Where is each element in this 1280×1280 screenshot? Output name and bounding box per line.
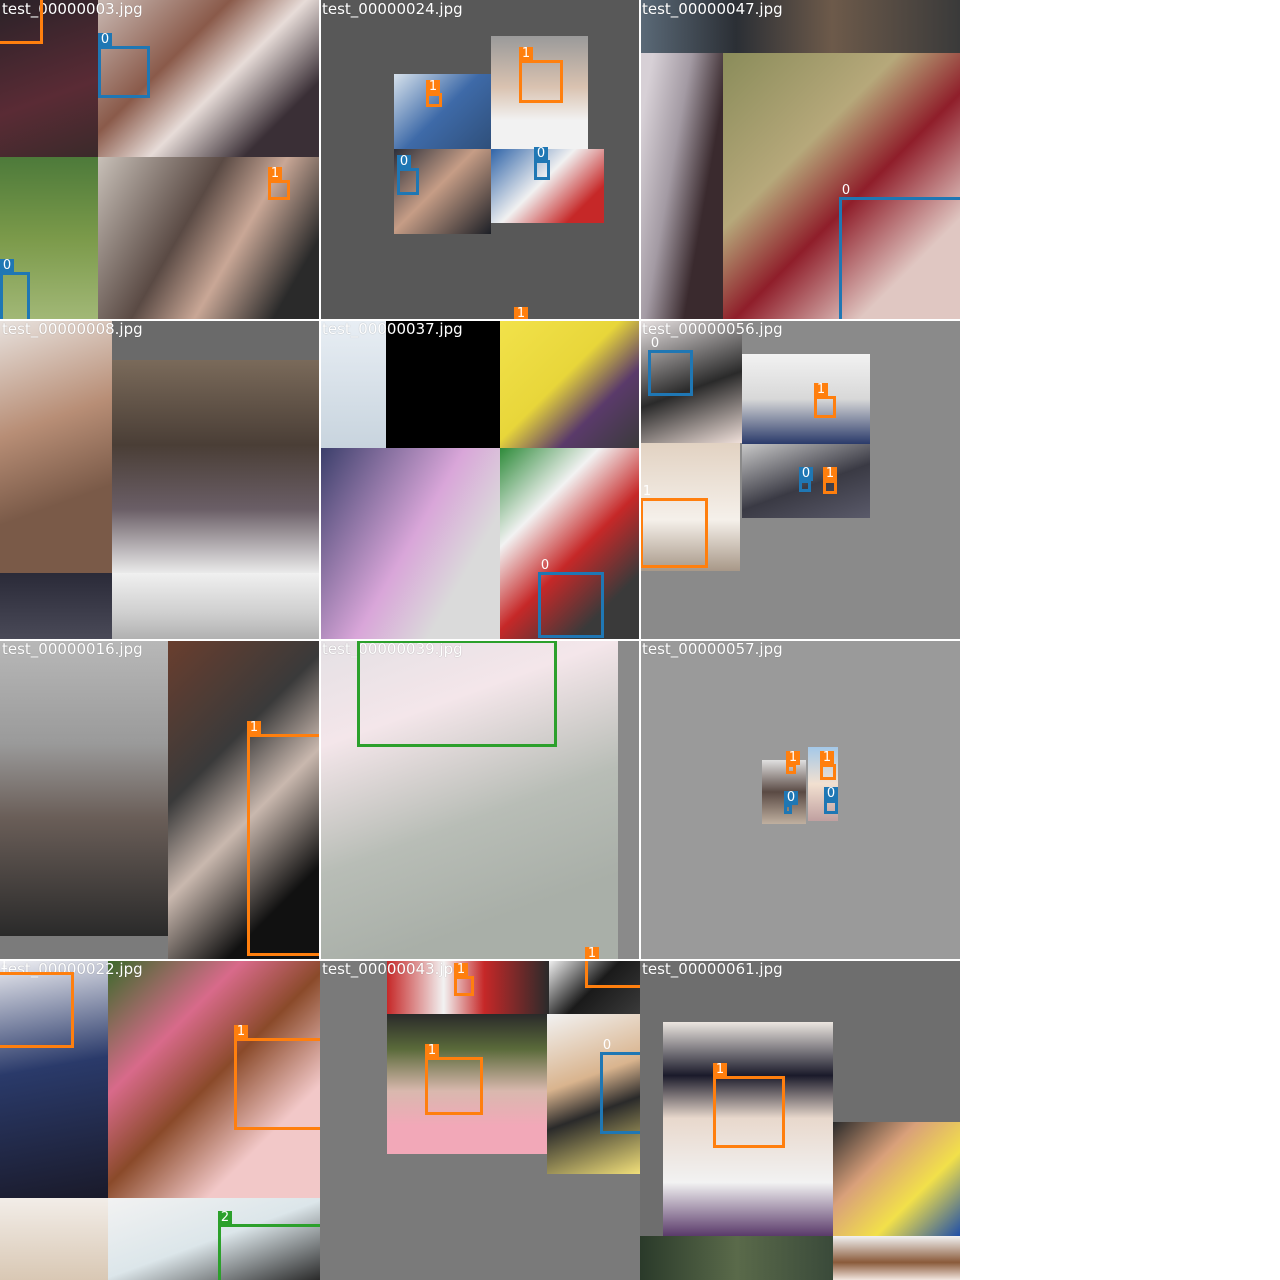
class-label: 1: [268, 167, 282, 181]
class-label: 0: [650, 336, 660, 351]
mosaic-tile: test_00000003.jpg 1 0 1 0: [0, 0, 320, 320]
detection-box: 1: [247, 721, 320, 956]
detection-box: 1: [713, 1063, 785, 1148]
detection-box: 0: [397, 155, 419, 195]
class-label: 0: [841, 183, 851, 198]
class-label: 1: [814, 383, 828, 397]
detection-box: 1: [0, 0, 43, 44]
class-label: 1: [234, 1025, 248, 1039]
photo-dark-bottom: [0, 573, 112, 640]
class-label: 0: [98, 33, 112, 47]
class-label: 1: [713, 1063, 727, 1077]
detection-box: 1: [820, 751, 836, 780]
detection-box: 1: [823, 467, 837, 494]
class-label: 1: [454, 963, 468, 977]
detection-box: 0: [600, 1039, 640, 1134]
class-label: 0: [540, 558, 550, 573]
detection-box: 0: [538, 559, 604, 638]
class-label: 1: [823, 467, 837, 481]
tile-title: test_00000008.jpg: [2, 320, 143, 338]
class-label: 1: [426, 80, 440, 94]
class-label: 1: [820, 751, 834, 765]
detection-box: 2: [357, 640, 557, 747]
detection-box: 0: [824, 787, 838, 814]
photo-sign: [320, 320, 386, 448]
grid-divider: [0, 959, 960, 961]
mosaic-tile: test_00000056.jpg 0 1 1 0 1: [640, 320, 960, 640]
mosaic-tile: test_00000024.jpg 1 1 0 0 1: [320, 0, 640, 320]
detection-box: 0: [648, 337, 693, 396]
photo-bottom-left: [640, 1236, 833, 1280]
class-label: 0: [534, 147, 548, 161]
detection-box: 0: [799, 467, 813, 492]
mosaic-tile: test_00000057.jpg 1 1 0 0: [640, 640, 960, 960]
detection-box: 1: [234, 1025, 320, 1130]
tile-title: test_00000061.jpg: [642, 960, 783, 978]
class-label: 0: [824, 787, 838, 801]
grid-divider: [0, 639, 960, 641]
detection-box: 0: [534, 147, 550, 180]
detection-box: 1: [454, 963, 474, 996]
class-label: 1: [0, 960, 9, 973]
photo-black: [386, 320, 500, 448]
photo-hair: [640, 53, 723, 320]
photo-smiling-man: [833, 1122, 960, 1236]
tile-title: test_00000016.jpg: [2, 640, 143, 658]
mosaic-tile: test_00000061.jpg 1: [640, 960, 960, 1280]
detection-box: 0: [0, 259, 30, 320]
detection-box: 1: [786, 751, 800, 774]
mosaic-tile: test_00000008.jpg: [0, 320, 320, 640]
photo-room: [0, 1198, 108, 1280]
class-label: 1: [519, 47, 533, 61]
tile-title: test_00000047.jpg: [642, 0, 783, 18]
class-label: 0: [0, 259, 14, 273]
mosaic-tile: test_00000039.jpg 2 1: [320, 640, 640, 960]
class-label: 2: [218, 1211, 232, 1225]
detection-box: 0: [98, 33, 150, 98]
mosaic-tile: test_00000016.jpg 1: [0, 640, 320, 960]
detection-box: 1: [425, 1044, 483, 1115]
photo-bottom-right: [833, 1236, 960, 1280]
mosaic-tile: test_00000022.jpg 1 1 2: [0, 960, 320, 1280]
detection-box: 2: [218, 1211, 320, 1280]
detection-box: 1: [814, 383, 836, 418]
tile-title: test_00000043.jpg: [322, 960, 463, 978]
detection-box: 1: [0, 960, 74, 1048]
detection-box: 1: [640, 485, 708, 568]
photo-classroom: [320, 448, 500, 640]
detection-box: 0: [784, 791, 798, 814]
class-label: 0: [602, 1038, 612, 1053]
detection-box: 1: [585, 960, 640, 988]
mosaic-tile: test_00000047.jpg 0: [640, 0, 960, 320]
detection-mosaic: test_00000003.jpg 1 0 1 0 test_00000024.…: [0, 0, 960, 1280]
grid-divider: [0, 319, 960, 321]
photo-yellow-shirt: [500, 320, 640, 448]
class-label: 1: [425, 1044, 439, 1058]
tile-title: test_00000057.jpg: [642, 640, 783, 658]
detection-box: 0: [839, 184, 960, 320]
detection-box: 1: [268, 167, 290, 200]
photo-basketball-hand: [0, 320, 112, 573]
tile-title: test_00000024.jpg: [322, 0, 463, 18]
grid-divider: [319, 0, 321, 960]
class-label: 1: [642, 484, 652, 499]
mosaic-tile: test_00000043.jpg 1 1 0 1: [320, 960, 640, 1280]
tile-title: test_00000056.jpg: [642, 320, 783, 338]
photo-snow-man: [742, 354, 870, 444]
mosaic-tile: test_00000037.jpg 0: [320, 320, 640, 640]
tile-title: test_00000037.jpg: [322, 320, 463, 338]
photo-medics: [394, 74, 491, 149]
detection-box: 1: [426, 80, 442, 107]
class-label: 0: [784, 791, 798, 805]
class-label: 1: [786, 751, 800, 765]
class-label: 0: [397, 155, 411, 169]
class-label: 1: [247, 721, 261, 735]
photo-street-man: [0, 640, 168, 936]
photo-frames: [112, 573, 320, 640]
grid-divider: [639, 0, 641, 960]
photo-hut-beads: [112, 360, 320, 573]
class-label: 0: [799, 467, 813, 481]
detection-box: 1: [519, 47, 563, 103]
